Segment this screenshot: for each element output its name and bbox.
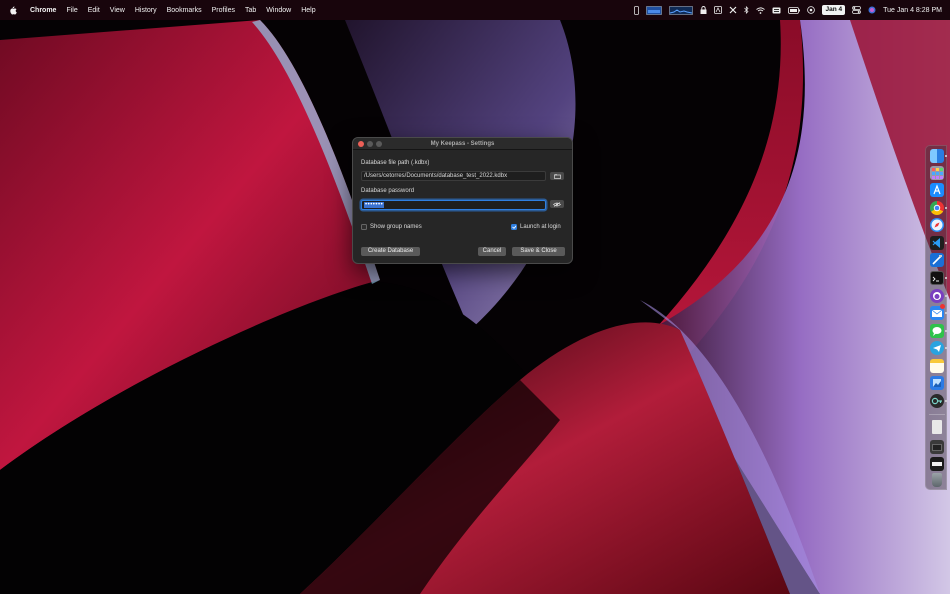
tools-icon[interactable] [729,4,737,16]
password-masked-value: ••••••• [364,202,385,208]
launch-at-login-checkbox[interactable] [511,224,517,230]
running-indicator [945,400,947,402]
menu-help[interactable]: Help [296,7,320,14]
downloads-stack-icon[interactable] [930,457,944,471]
menu-edit[interactable]: Edit [83,7,105,14]
db-password-label: Database password [361,188,415,194]
trash-icon[interactable] [932,473,942,487]
status-area: Jan 4 Tue Jan 4 8:28 PM [634,0,942,20]
lock-icon[interactable] [700,4,707,16]
minimize-window-button[interactable] [367,141,373,147]
keyboard-icon[interactable] [772,4,781,16]
menu-window[interactable]: Window [261,7,296,14]
dialog-title: My Keepass - Settings [430,141,495,147]
telegram-icon[interactable] [930,341,944,355]
control-center-icon[interactable] [852,4,861,16]
close-window-button[interactable] [358,141,364,147]
launchpad-icon[interactable] [930,166,944,180]
cancel-button[interactable]: Cancel [478,247,506,256]
mail-notification-badge [940,304,945,309]
phone-icon[interactable] [634,4,640,16]
running-indicator [945,312,947,314]
launch-at-login-row[interactable]: Launch at login [511,224,561,230]
settings-dialog: My Keepass - Settings Database file path… [352,137,573,264]
keepass-icon[interactable] [930,394,944,408]
terminal-icon[interactable] [930,271,944,285]
running-indicator [945,295,947,297]
mail-icon[interactable] [930,304,945,320]
screenshot-folder-icon[interactable] [930,440,944,454]
create-database-button[interactable]: Create Database [361,247,420,256]
dock [925,145,947,490]
document-icon[interactable] [932,420,942,434]
running-indicator [945,207,947,209]
browse-folder-button[interactable] [550,172,564,180]
menu-tab[interactable]: Tab [240,7,261,14]
preview-icon[interactable] [930,376,944,390]
running-indicator [945,277,947,279]
running-indicator [945,347,947,349]
play-circle-icon[interactable] [807,4,816,16]
keepass-menubar-icon[interactable] [714,4,723,16]
menubar-clock[interactable]: Tue Jan 4 8:28 PM [883,7,942,14]
wifi-icon[interactable] [756,4,766,16]
show-group-names-label: Show group names [370,224,422,230]
save-close-button[interactable]: Save & Close [512,247,565,256]
running-indicator [945,242,947,244]
zoom-window-button[interactable] [376,141,382,147]
cpu-monitor-icon[interactable] [646,4,663,16]
dock-separator [929,414,945,415]
toggle-password-visibility-button[interactable] [550,200,564,208]
bluetooth-icon[interactable] [744,4,749,16]
chrome-icon[interactable] [930,201,944,215]
db-path-field[interactable]: /Users/cetorres/Documents/database_test_… [361,171,546,181]
menu-profiles[interactable]: Profiles [207,7,240,14]
db-path-label: Database file path (.kdbx) [361,160,430,166]
menu-bookmarks[interactable]: Bookmarks [162,7,207,14]
checkmark-icon [512,225,516,229]
network-graph-icon[interactable] [669,4,694,16]
safari-icon[interactable] [930,218,944,232]
menu-app-chrome[interactable]: Chrome [26,7,61,14]
show-group-names-checkbox[interactable] [361,224,367,230]
launch-at-login-label: Launch at login [520,224,561,230]
menu-bar: Chrome File Edit View History Bookmarks … [0,0,950,20]
show-group-names-row[interactable]: Show group names [361,224,422,230]
messages-icon[interactable] [930,324,944,338]
menu-history[interactable]: History [130,7,162,14]
dialog-titlebar[interactable]: My Keepass - Settings [353,138,572,150]
running-indicator [945,330,947,332]
github-desktop-icon[interactable] [930,289,944,303]
notes-icon[interactable] [930,359,944,373]
eye-slash-icon [553,201,561,207]
xcode-icon[interactable] [930,253,944,267]
app-store-icon[interactable] [930,183,944,197]
finder-icon[interactable] [930,149,944,163]
running-indicator [945,155,947,157]
db-password-field[interactable]: ••••••• [361,200,546,210]
siri-icon[interactable] [868,4,876,16]
battery-icon[interactable] [788,4,801,16]
desktop-wallpaper [0,0,950,594]
calendar-date-badge[interactable]: Jan 4 [822,5,846,15]
menu-view[interactable]: View [105,7,130,14]
apple-menu-icon[interactable] [9,6,19,15]
menu-file[interactable]: File [61,7,82,14]
folder-icon [553,173,561,179]
vscode-icon[interactable] [930,236,944,250]
